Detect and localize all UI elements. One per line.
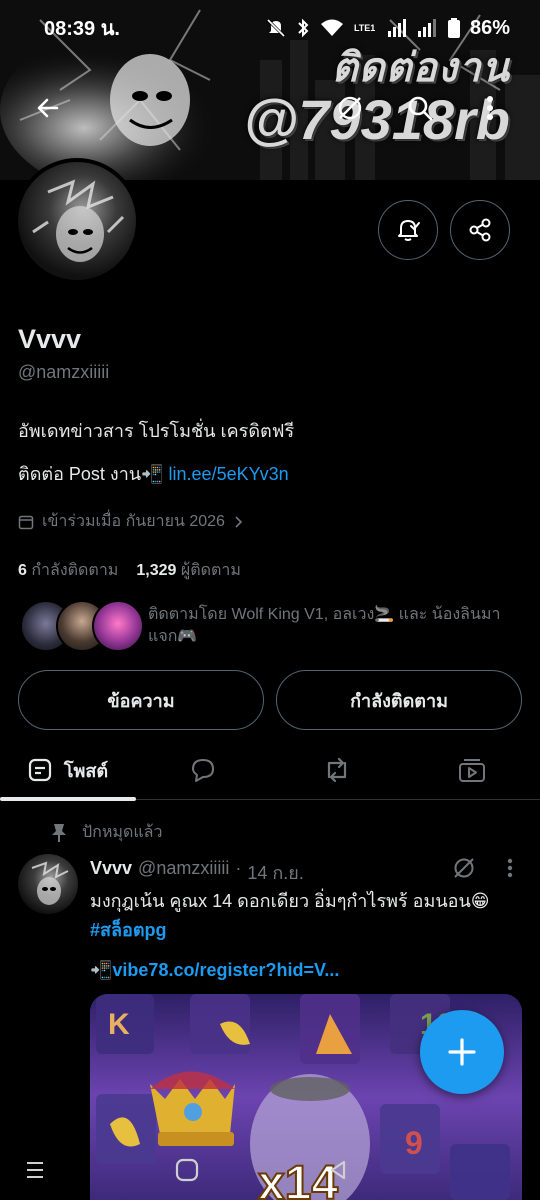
search-button[interactable] <box>400 88 440 128</box>
chevron-right-icon <box>235 515 243 528</box>
avatar-artwork <box>32 179 125 262</box>
bio-line-1: อัพเดทข่าวสาร โปรโมชั่น เครดิตฟรี <box>18 421 295 441</box>
share-icon <box>469 218 491 242</box>
joined-text: เข้าร่วมเมื่อ กันยายน 2026 <box>42 513 225 530</box>
notify-button[interactable] <box>378 200 438 260</box>
tab-posts[interactable]: โพสต์ <box>0 740 136 800</box>
repost-icon <box>327 757 347 783</box>
recents-icon[interactable] <box>23 1158 47 1182</box>
signal-2-icon <box>417 19 436 37</box>
post-author-handle[interactable]: @namzxiiiii <box>138 858 229 887</box>
tab-reposts[interactable] <box>270 740 404 800</box>
battery-icon <box>447 18 460 38</box>
post-link[interactable]: 📲vibe78.co/register?hid=V... <box>90 960 339 981</box>
search-icon <box>408 96 433 121</box>
followers-count: 1,329 <box>136 562 177 579</box>
joined-date[interactable]: เข้าร่วมเมื่อ กันยายน 2026 <box>18 509 243 534</box>
following-stat[interactable]: 6 กำลังติดตาม <box>18 558 118 583</box>
profile-name: Vvvv <box>18 324 82 354</box>
tab-media[interactable] <box>404 740 540 800</box>
following-button[interactable]: กำลังติดตาม <box>276 670 522 730</box>
calendar-icon <box>18 515 34 529</box>
post-grok-button[interactable] <box>446 850 482 886</box>
share-button[interactable] <box>450 200 510 260</box>
post-text: มงกุฎเน้น คูณx 14 ดอกเดียว อิ่มๆกำไรพร้ … <box>90 891 490 911</box>
profile-tabs: โพสต์ <box>0 740 540 800</box>
back-arrow-icon <box>37 98 59 118</box>
wifi-icon <box>320 19 343 36</box>
mute-icon <box>266 18 286 38</box>
signal-icon <box>387 19 406 37</box>
followers-label: ผู้ติดตาม <box>180 562 241 579</box>
tab-posts-label: โพสต์ <box>63 760 109 781</box>
bio-contact: ติดต่อ Post งาน📲 lin.ee/5eKYv3n <box>18 459 289 488</box>
media-icon <box>459 759 485 782</box>
status-bar: 08:39 น. LTE1 86% <box>0 0 540 56</box>
pinned-indicator: ปักหมุดแล้ว <box>50 820 162 845</box>
post-more-button[interactable] <box>494 850 526 886</box>
profile-handle: @namzxiiiii <box>18 362 110 382</box>
system-nav-bar <box>0 1140 540 1200</box>
reply-icon <box>192 759 214 782</box>
more-vertical-icon <box>507 858 513 878</box>
message-button[interactable]: ข้อความ <box>18 670 264 730</box>
battery-percent: 86% <box>469 16 510 39</box>
following-count: 6 <box>18 562 27 579</box>
plus-icon <box>448 1038 476 1066</box>
profile-avatar[interactable] <box>14 158 140 284</box>
lte-label: LTE1 <box>353 22 376 33</box>
follow-stats: 6 กำลังติดตาม 1,329 ผู้ติดตาม <box>18 558 241 583</box>
post-date[interactable]: 14 ก.ย. <box>247 858 303 887</box>
followers-stat[interactable]: 1,329 ผู้ติดตาม <box>136 558 241 583</box>
post-hashtag[interactable]: #สล็อตpg <box>90 915 167 944</box>
bluetooth-icon <box>298 18 309 38</box>
post-separator: · <box>235 858 242 878</box>
followed-by-row[interactable]: ติดตามโดย Wolf King V1, อลเวง🚬 และ น้องล… <box>20 600 520 652</box>
post-header: Vvvv @namzxiiiii · 14 ก.ย. <box>90 858 304 887</box>
back-nav-icon[interactable] <box>326 1158 350 1182</box>
following-label: กำลังติดตาม <box>31 562 119 579</box>
more-icon <box>487 96 493 120</box>
pin-icon <box>52 823 66 842</box>
svg-text:K: K <box>108 1008 130 1041</box>
bio-contact-link[interactable]: lin.ee/5eKYv3n <box>169 464 289 484</box>
grok-icon <box>454 858 474 878</box>
pinned-label: ปักหมุดแล้ว <box>82 824 163 841</box>
status-time: 08:39 น. <box>44 18 120 40</box>
post-author-avatar[interactable] <box>18 854 78 914</box>
follower-avatar-3 <box>92 600 144 652</box>
bio-contact-label: ติดต่อ Post งาน📲 <box>18 464 164 484</box>
more-button[interactable] <box>470 88 510 128</box>
post-author-name[interactable]: Vvvv <box>90 858 132 887</box>
home-icon[interactable] <box>174 1157 200 1183</box>
bell-check-icon <box>398 220 420 241</box>
grok-icon <box>338 96 362 120</box>
tab-replies[interactable] <box>136 740 270 800</box>
followed-by-text: ติดตามโดย Wolf King V1, อลเวง🚬 และ น้องล… <box>148 606 501 645</box>
tab-active-indicator <box>0 797 136 801</box>
posts-icon <box>28 758 51 782</box>
compose-button[interactable] <box>420 1010 504 1094</box>
grok-button[interactable] <box>330 88 370 128</box>
back-button[interactable] <box>28 88 68 128</box>
post-avatar-artwork <box>31 861 69 905</box>
